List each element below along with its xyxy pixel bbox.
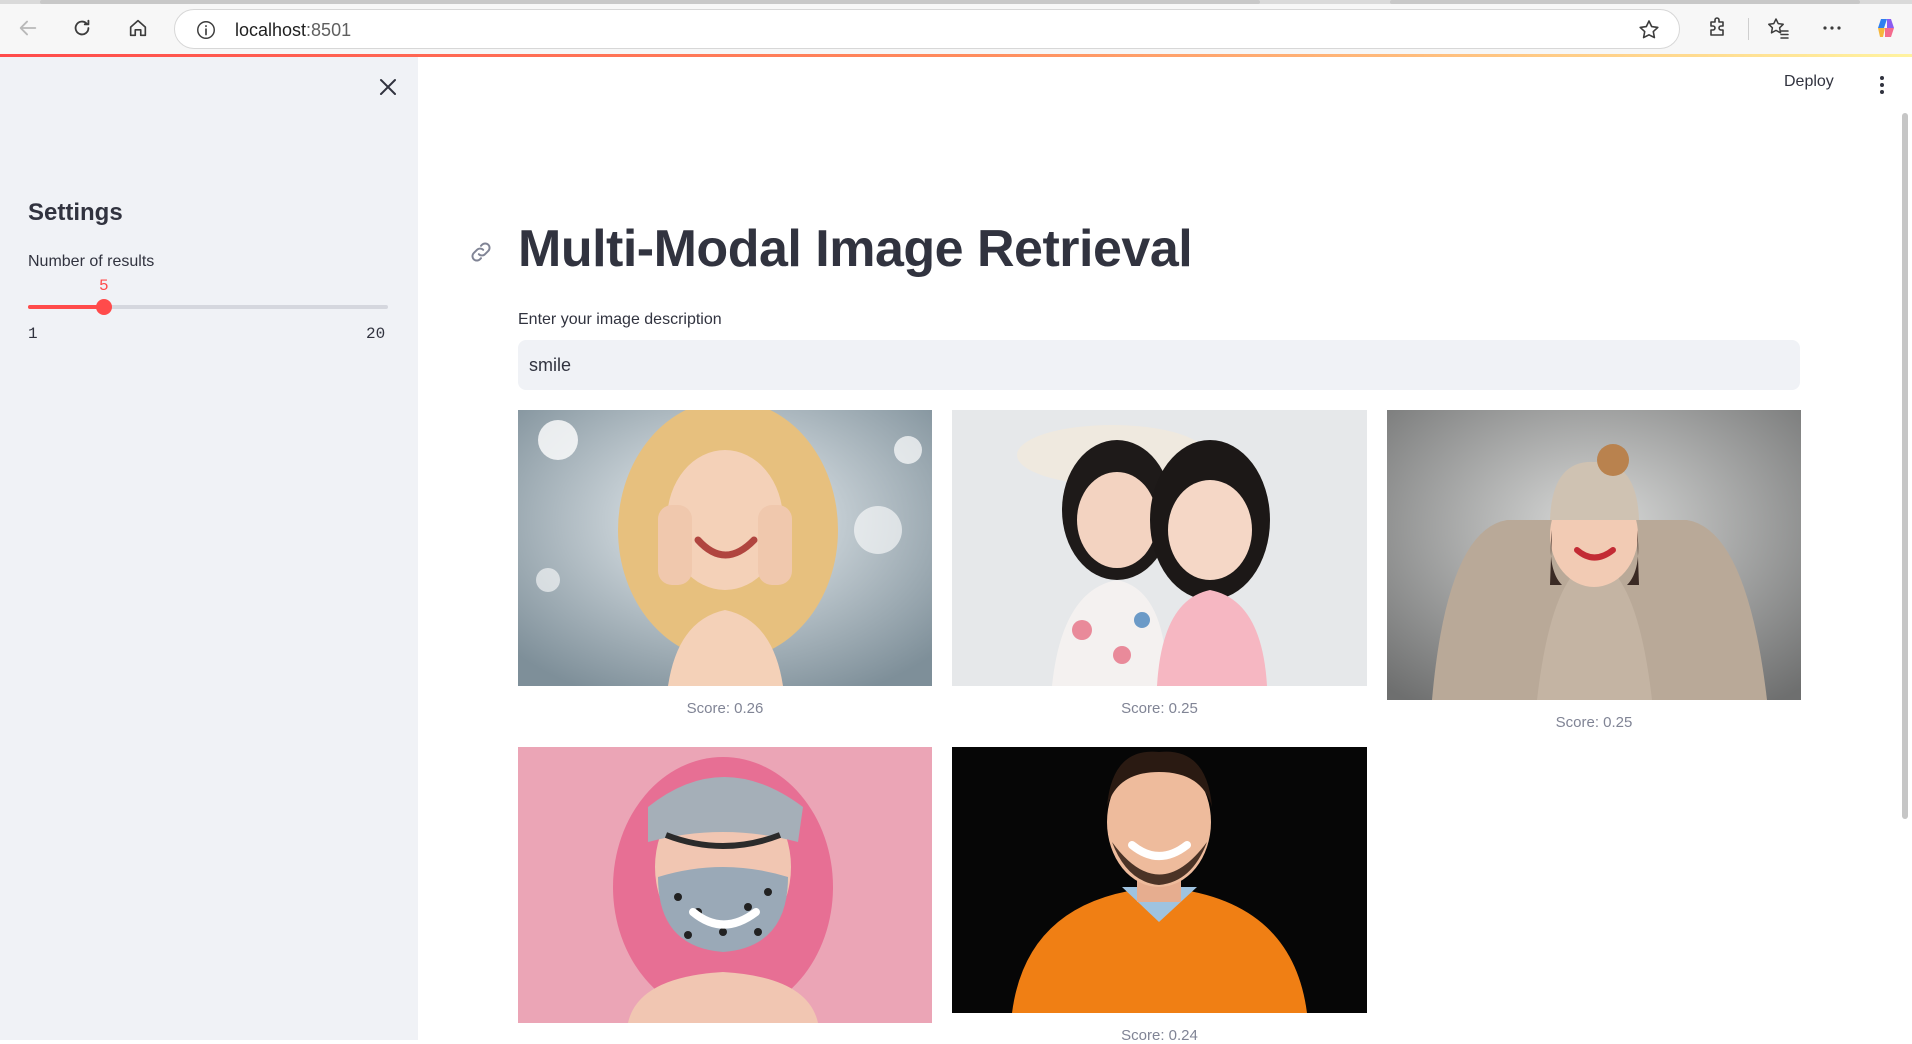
result-image[interactable]: [952, 747, 1367, 1013]
slider-value: 5: [98, 277, 109, 295]
main-menu-button[interactable]: [1870, 71, 1894, 99]
slider-min-label: 1: [28, 325, 38, 343]
slider-thumb[interactable]: [95, 299, 112, 315]
result-card: Score: 0.26: [518, 410, 932, 717]
sidebar: Settings Number of results 5 1 20: [0, 57, 418, 1040]
result-score: Score: 0.25: [1555, 714, 1633, 731]
copilot-icon: [1878, 19, 1894, 37]
puzzle-icon: [1710, 17, 1724, 36]
result-image[interactable]: [952, 410, 1367, 686]
home-icon: [129, 19, 147, 37]
close-icon: [380, 79, 396, 95]
tab-indicator: [40, 0, 1260, 4]
slider-label: Number of results: [28, 253, 155, 270]
result-image[interactable]: [518, 747, 932, 1023]
two-smiling-girls-photo: [952, 410, 1367, 686]
slider-max-label: 20: [366, 325, 386, 343]
result-card: Score: 0.25: [1387, 410, 1801, 731]
results-slider[interactable]: [28, 299, 388, 315]
info-icon[interactable]: [195, 19, 217, 41]
link-icon[interactable]: [468, 239, 494, 265]
star-icon[interactable]: [1637, 18, 1661, 42]
url-host: localhost: [235, 20, 307, 40]
pink-hair-woman-mask-photo: [518, 747, 932, 1023]
result-image[interactable]: [1387, 410, 1801, 700]
menu-button[interactable]: [1816, 12, 1848, 44]
woman-in-beanie-photo: [1387, 410, 1801, 700]
description-input[interactable]: [518, 340, 1800, 390]
main-scrollbar[interactable]: [1902, 113, 1908, 819]
result-score: Score: 0.26: [686, 700, 764, 717]
vertical-ellipsis-icon: [1880, 76, 1884, 94]
toolbar-divider: [1748, 18, 1749, 40]
url-text[interactable]: localhost:8501: [235, 20, 351, 41]
smiling-blonde-woman-photo: [518, 410, 932, 686]
tab-strip: [0, 0, 1912, 4]
url-port: :8501: [306, 20, 352, 40]
smiling-man-orange-sweater-photo: [952, 747, 1367, 1013]
result-card: [518, 747, 932, 1037]
extensions-button[interactable]: [1702, 12, 1734, 44]
reload-button[interactable]: [66, 12, 98, 44]
result-score: Score: 0.25: [1121, 700, 1198, 717]
browser-toolbar: localhost:8501: [0, 0, 1912, 56]
main-content: Deploy Multi-Modal Image Retrieval Enter…: [418, 57, 1912, 1044]
result-card: Score: 0.25: [952, 410, 1367, 717]
copilot-button[interactable]: [1870, 12, 1902, 44]
favorites-button[interactable]: [1762, 12, 1794, 44]
slider-fill: [28, 305, 104, 309]
result-image[interactable]: [518, 410, 932, 686]
input-label: Enter your image description: [518, 311, 722, 328]
back-button[interactable]: [12, 12, 44, 44]
arrow-left-icon: [19, 20, 37, 36]
address-bar[interactable]: localhost:8501: [174, 9, 1680, 49]
home-button[interactable]: [122, 12, 154, 44]
ellipsis-icon: [1823, 26, 1841, 30]
tab-indicator: [1390, 0, 1860, 4]
result-card: Score: 0.24: [952, 747, 1367, 1044]
sidebar-title: Settings: [28, 199, 123, 226]
favorites-icon: [1768, 18, 1789, 39]
page-title: Multi-Modal Image Retrieval: [518, 220, 1193, 278]
reload-icon: [74, 19, 90, 36]
deploy-button[interactable]: Deploy: [1784, 73, 1834, 91]
sidebar-close-button[interactable]: [374, 73, 402, 101]
result-score: Score: 0.24: [1121, 1027, 1198, 1044]
